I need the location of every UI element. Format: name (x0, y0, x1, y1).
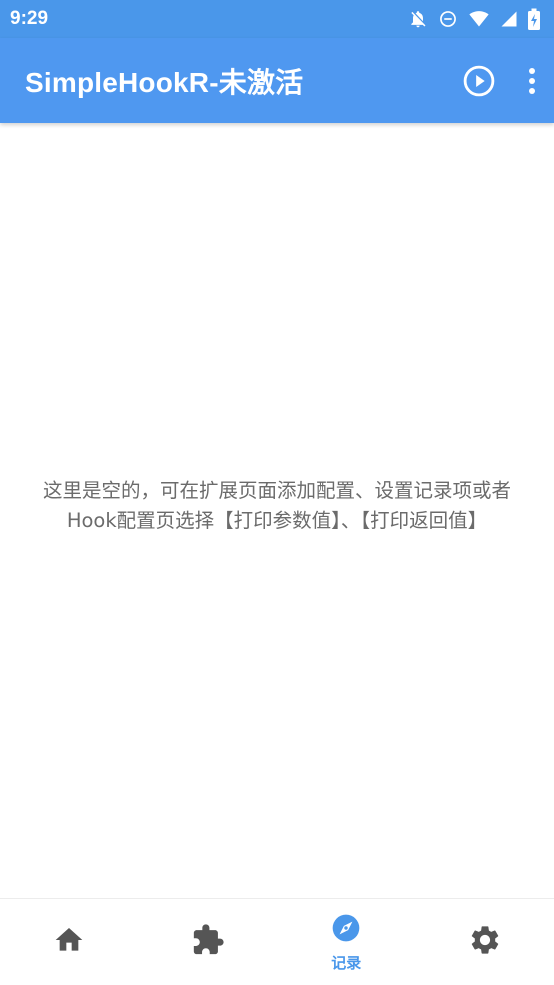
notifications-off-icon (408, 9, 428, 29)
status-bar: 9:29 (0, 0, 554, 38)
nav-item-settings[interactable] (416, 899, 554, 985)
main-content: 这里是空的，可在扩展页面添加配置、设置记录项或者 Hook配置页选择【打印参数值… (0, 123, 554, 898)
extension-icon (191, 923, 225, 961)
wifi-icon (468, 9, 490, 29)
do-not-disturb-icon (438, 9, 458, 29)
bottom-navigation: 记录 (0, 898, 554, 985)
nav-item-extension[interactable] (139, 899, 278, 985)
empty-message-line2: Hook配置页选择【打印参数值】、【打印返回值】 (66, 508, 488, 532)
more-vert-icon[interactable] (528, 67, 536, 95)
app-bar: SimpleHookR-未激活 (0, 38, 554, 123)
signal-icon (500, 9, 518, 29)
nav-label-records: 记录 (331, 953, 362, 972)
explore-icon (330, 912, 362, 948)
app-title: SimpleHookR-未激活 (25, 66, 304, 98)
battery-charging-icon (528, 8, 540, 30)
empty-message-line1: 这里是空的，可在扩展页面添加配置、设置记录项或者 (42, 478, 511, 502)
empty-state-message: 这里是空的，可在扩展页面添加配置、设置记录项或者 Hook配置页选择【打印参数值… (43, 476, 511, 536)
nav-item-records[interactable]: 记录 (277, 899, 416, 985)
home-icon (53, 924, 85, 960)
settings-icon (468, 923, 502, 961)
status-icons (408, 8, 540, 30)
status-time: 9:29 (10, 8, 49, 29)
nav-item-home[interactable] (0, 899, 139, 985)
play-circle-icon[interactable] (462, 64, 496, 98)
